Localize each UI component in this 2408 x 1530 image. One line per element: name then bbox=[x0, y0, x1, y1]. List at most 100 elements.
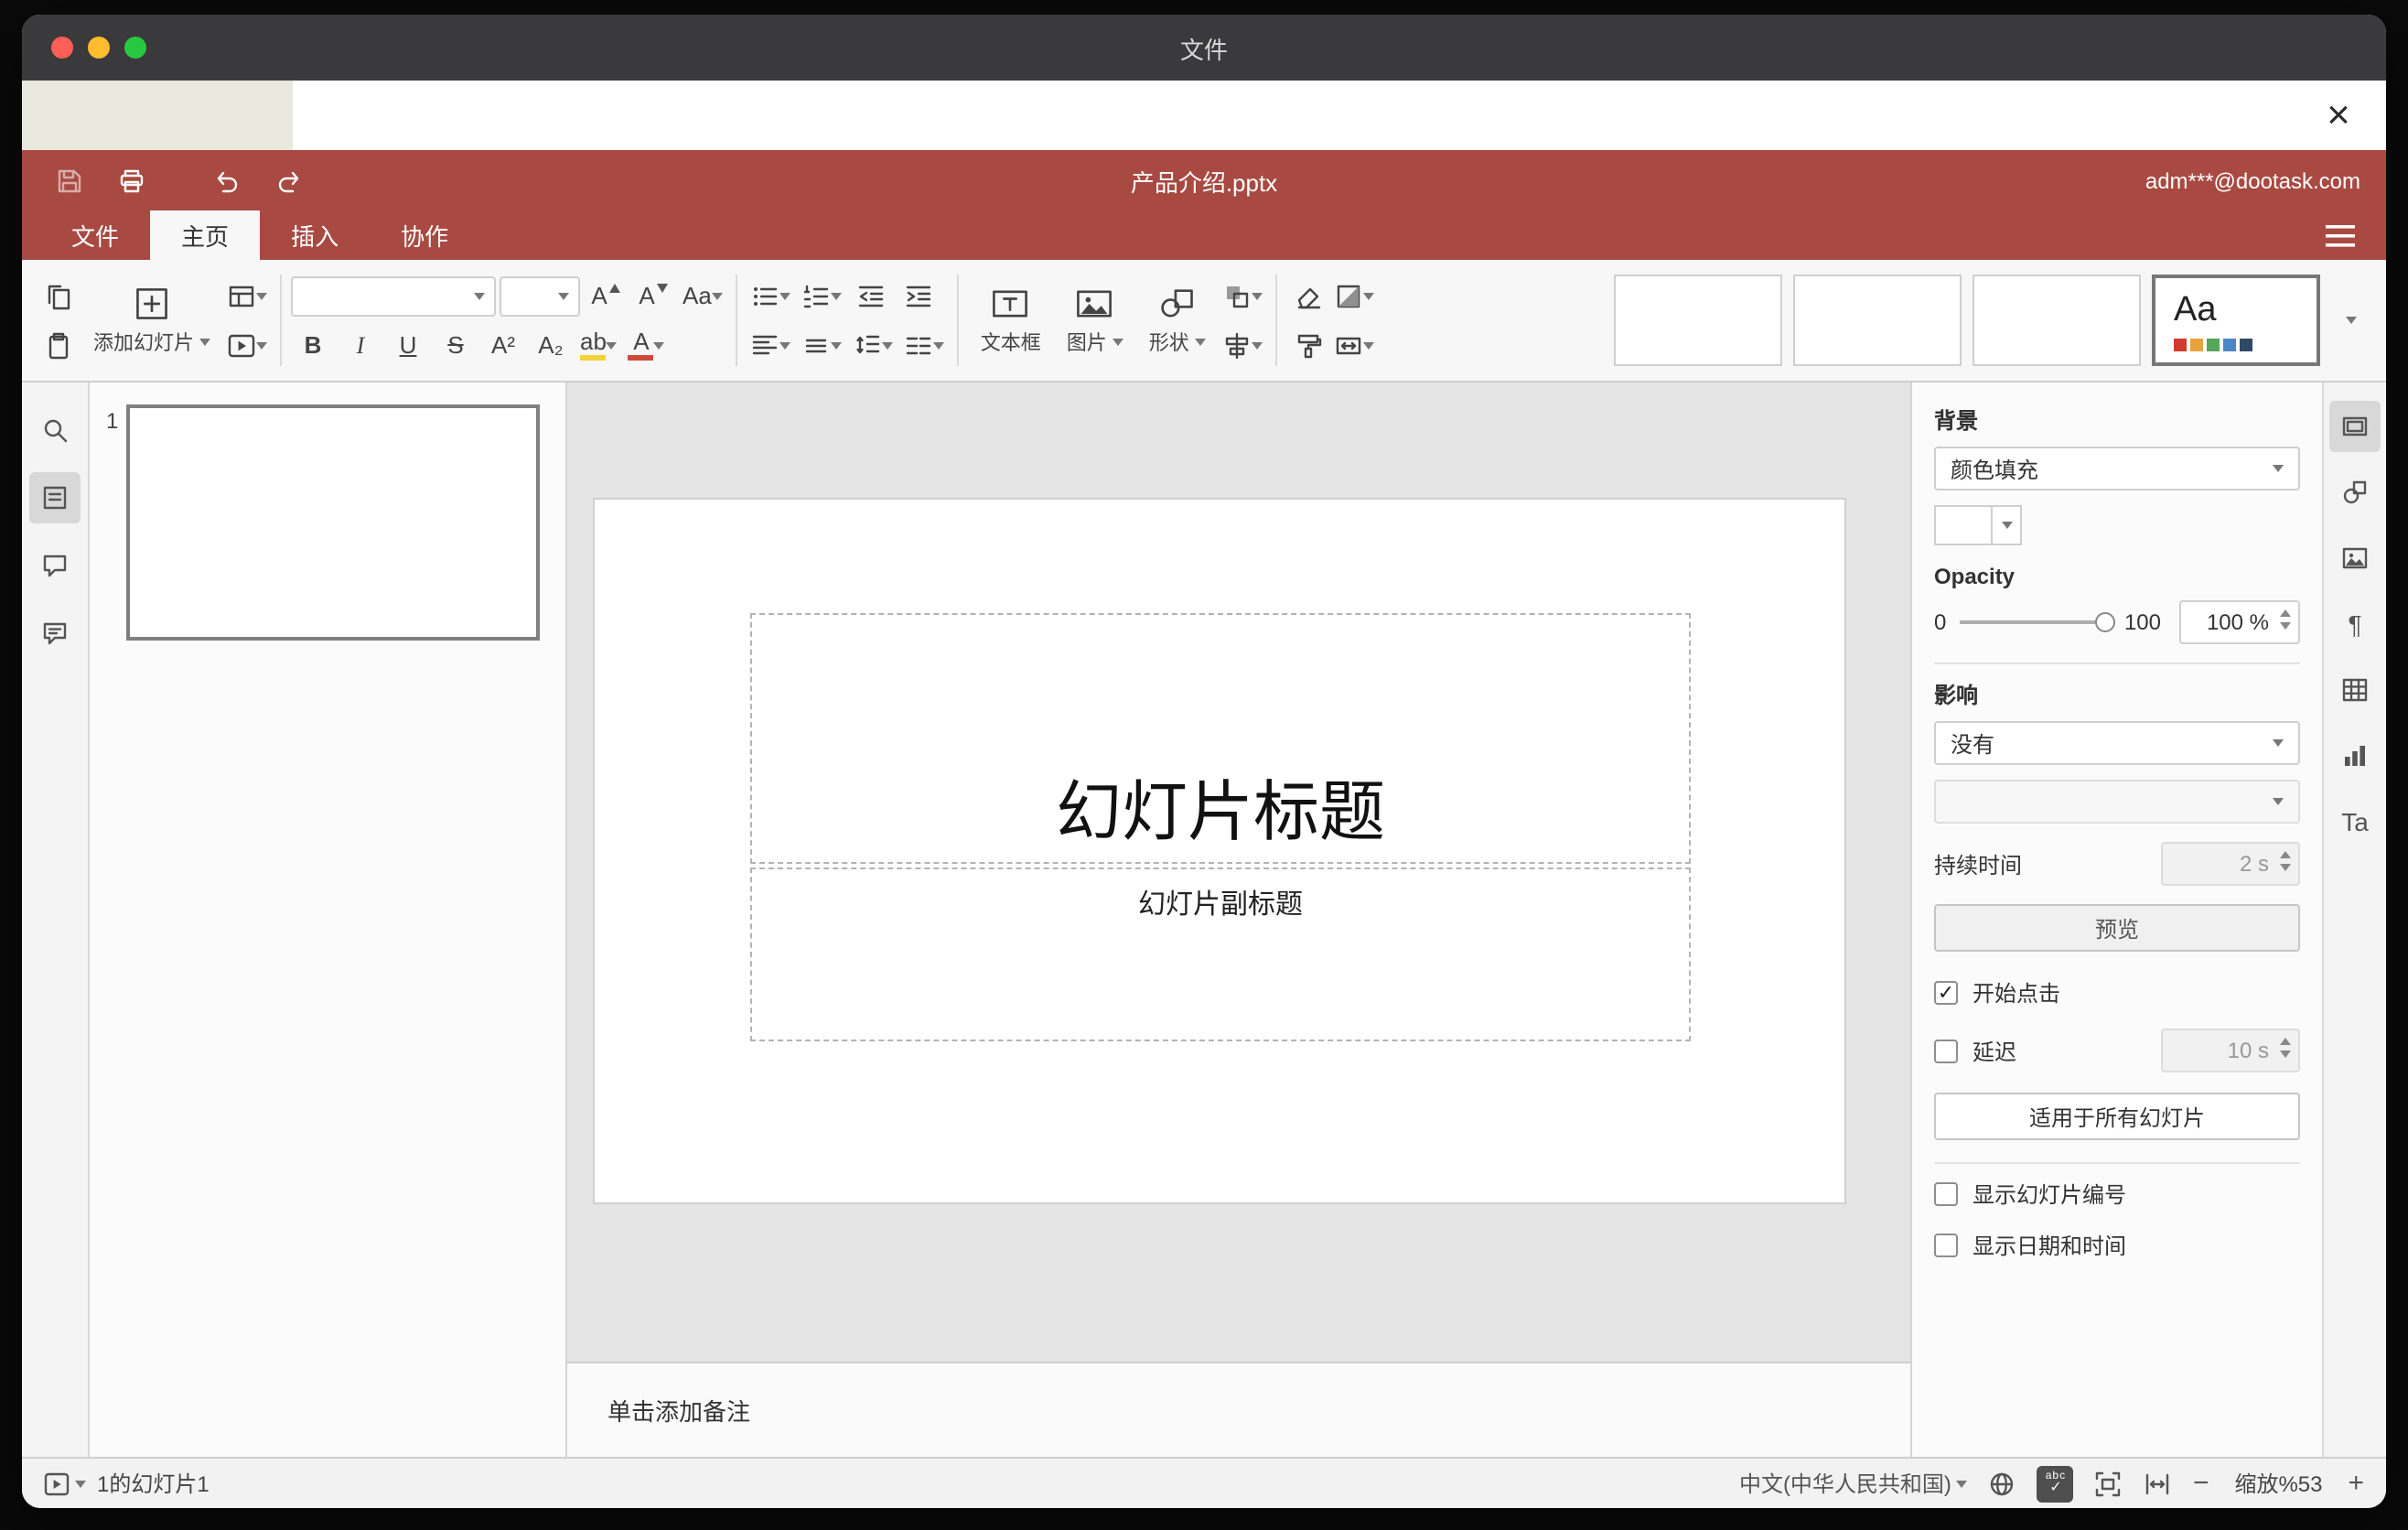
background-color-swatch[interactable] bbox=[1934, 505, 2022, 545]
delay-checkbox[interactable] bbox=[1934, 1039, 1958, 1062]
font-color-button[interactable]: A bbox=[625, 323, 669, 367]
apply-to-all-button[interactable]: 适用于所有幻灯片 bbox=[1934, 1093, 2300, 1140]
slide-canvas[interactable]: 幻灯片标题 幻灯片副标题 bbox=[567, 382, 1910, 1362]
slide-layout-button[interactable] bbox=[223, 274, 271, 318]
background-fill-select[interactable]: 颜色填充 bbox=[1934, 447, 2300, 490]
search-button[interactable] bbox=[29, 404, 81, 456]
notes-area[interactable]: 单击添加备注 bbox=[567, 1362, 1910, 1457]
underline-button[interactable]: U bbox=[386, 323, 430, 367]
chart-settings-button[interactable] bbox=[2329, 730, 2381, 781]
undo-button[interactable] bbox=[205, 158, 249, 202]
table-settings-button[interactable] bbox=[2329, 664, 2381, 716]
zoom-in-button[interactable]: + bbox=[2348, 1468, 2364, 1499]
font-family-select[interactable] bbox=[291, 275, 496, 316]
paste-button[interactable] bbox=[37, 323, 81, 367]
slides-panel-button[interactable] bbox=[29, 472, 81, 523]
redo-button[interactable] bbox=[267, 158, 311, 202]
show-slide-number-checkbox[interactable] bbox=[1934, 1182, 1958, 1206]
spinner-arrows[interactable] bbox=[2280, 609, 2291, 630]
clear-style-button[interactable] bbox=[1286, 274, 1330, 318]
preview-button[interactable]: 预览 bbox=[1934, 904, 2300, 952]
slide-surface[interactable]: 幻灯片标题 幻灯片副标题 bbox=[595, 500, 1844, 1202]
fit-width-button[interactable] bbox=[2144, 1469, 2173, 1498]
spell-check-button[interactable]: abc ✓ bbox=[2037, 1465, 2074, 1502]
start-slideshow-button[interactable] bbox=[223, 323, 271, 367]
spinner-arrows[interactable] bbox=[2280, 1038, 2291, 1058]
slide-thumbnail-1[interactable] bbox=[126, 404, 540, 641]
font-size-select[interactable] bbox=[500, 275, 580, 316]
insert-columns-button[interactable] bbox=[900, 323, 948, 367]
copy-style-button[interactable] bbox=[1286, 323, 1330, 367]
bullets-button[interactable] bbox=[747, 274, 794, 318]
app-window: 文件 × 产品介绍.pptx adm***@dootask.com 文件 主页 … bbox=[22, 15, 2386, 1508]
slide-size-button[interactable] bbox=[1330, 323, 1378, 367]
save-button[interactable] bbox=[48, 158, 91, 202]
start-slideshow-status-button[interactable] bbox=[44, 1471, 86, 1496]
font-increase-button[interactable]: A bbox=[584, 274, 628, 318]
fill-color-button[interactable] bbox=[1330, 274, 1378, 318]
slide-settings-button[interactable] bbox=[2329, 401, 2381, 452]
theme-option-3[interactable] bbox=[1973, 275, 2141, 366]
chevron-down-icon bbox=[256, 292, 267, 299]
show-date-time-checkbox[interactable] bbox=[1934, 1234, 1958, 1257]
copy-button[interactable] bbox=[37, 274, 81, 318]
tab-collaboration[interactable]: 协作 bbox=[370, 210, 479, 260]
italic-button[interactable]: I bbox=[339, 323, 382, 367]
insert-textbox-button[interactable]: 文本框 bbox=[968, 281, 1054, 360]
close-window-button[interactable] bbox=[51, 37, 73, 59]
opacity-input[interactable]: 100 % bbox=[2179, 600, 2300, 644]
close-icon[interactable]: × bbox=[2317, 92, 2360, 137]
subtitle-placeholder[interactable]: 幻灯片副标题 bbox=[750, 867, 1691, 1041]
shape-settings-button[interactable] bbox=[2329, 467, 2381, 518]
paragraph-settings-button[interactable]: ¶ bbox=[2329, 598, 2381, 650]
theme-option-1[interactable] bbox=[1614, 275, 1782, 366]
arrange-button[interactable] bbox=[1219, 274, 1266, 318]
effect-select[interactable]: 没有 bbox=[1934, 721, 2300, 765]
effect-variant-select[interactable] bbox=[1934, 780, 2300, 824]
fit-slide-button[interactable] bbox=[2094, 1469, 2123, 1498]
highlight-color-button[interactable]: ab bbox=[576, 323, 621, 367]
shape-align-button[interactable] bbox=[1219, 323, 1266, 367]
opacity-slider[interactable] bbox=[1959, 612, 2115, 632]
language-select[interactable]: 中文(中华人民共和国) bbox=[1739, 1468, 1968, 1499]
view-settings-button[interactable] bbox=[2320, 217, 2360, 253]
increase-indent-button[interactable] bbox=[897, 274, 941, 318]
comments-panel-button[interactable] bbox=[29, 540, 81, 591]
image-settings-button[interactable] bbox=[2329, 533, 2381, 584]
theme-option-selected[interactable]: Aa bbox=[2152, 275, 2320, 366]
insert-shape-button[interactable]: 形状 bbox=[1136, 281, 1219, 360]
theme-option-2[interactable] bbox=[1793, 275, 1962, 366]
tab-insert[interactable]: 插入 bbox=[260, 210, 370, 260]
vertical-align-button[interactable] bbox=[798, 323, 845, 367]
zoom-window-button[interactable] bbox=[124, 37, 146, 59]
decrease-indent-button[interactable] bbox=[849, 274, 893, 318]
horizontal-align-button[interactable] bbox=[747, 323, 794, 367]
zoom-out-button[interactable]: − bbox=[2193, 1468, 2209, 1499]
change-case-button[interactable]: Aa bbox=[679, 274, 726, 318]
minimize-window-button[interactable] bbox=[88, 37, 110, 59]
delay-input[interactable]: 10 s bbox=[2161, 1029, 2300, 1072]
opacity-slider-knob[interactable] bbox=[2094, 612, 2115, 632]
delay-row: 延迟 10 s bbox=[1934, 1029, 2300, 1072]
start-on-click-checkbox[interactable]: ✓ bbox=[1934, 981, 1958, 1005]
line-spacing-button[interactable] bbox=[849, 323, 897, 367]
document-language-button[interactable] bbox=[1988, 1469, 2017, 1498]
chat-panel-button[interactable] bbox=[29, 608, 81, 659]
numbering-button[interactable] bbox=[798, 274, 845, 318]
insert-image-button[interactable]: 图片 bbox=[1054, 281, 1136, 360]
duration-input[interactable]: 2 s bbox=[2161, 842, 2300, 886]
tab-file[interactable]: 文件 bbox=[40, 210, 150, 260]
strikethrough-button[interactable]: S bbox=[434, 323, 478, 367]
subscript-button[interactable]: A₂ bbox=[529, 323, 573, 367]
title-placeholder[interactable]: 幻灯片标题 bbox=[750, 613, 1691, 864]
spinner-arrows[interactable] bbox=[2280, 851, 2291, 871]
font-decrease-button[interactable]: A bbox=[631, 274, 675, 318]
textart-settings-button[interactable]: Ta bbox=[2329, 796, 2381, 847]
bold-button[interactable]: B bbox=[291, 323, 335, 367]
superscript-button[interactable]: A² bbox=[481, 323, 525, 367]
screen: 文件 × 产品介绍.pptx adm***@dootask.com 文件 主页 … bbox=[0, 0, 2408, 1530]
add-slide-button[interactable]: 添加幻灯片 bbox=[81, 281, 223, 360]
tab-home[interactable]: 主页 bbox=[150, 210, 261, 260]
theme-gallery-expand-button[interactable] bbox=[2331, 275, 2371, 366]
print-button[interactable] bbox=[110, 158, 154, 202]
